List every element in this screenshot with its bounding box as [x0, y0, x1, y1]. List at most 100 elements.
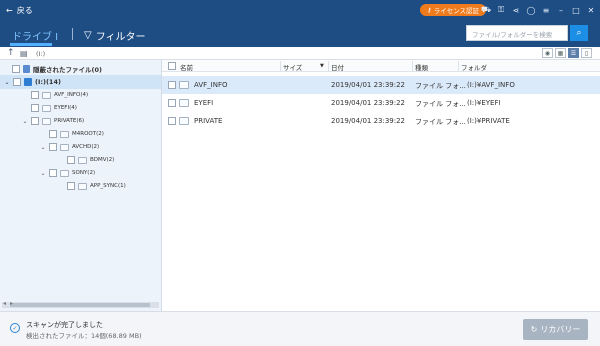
column-date[interactable]: 日付: [331, 62, 344, 72]
select-all-checkbox[interactable]: [168, 62, 176, 70]
folder-icon: [60, 130, 69, 138]
scroll-left-icon[interactable]: ◂: [3, 300, 6, 307]
checkbox[interactable]: [67, 182, 75, 190]
column-type[interactable]: 種類: [415, 62, 428, 72]
table-row[interactable]: EYEFI 2019/04/01 23:39:22 ファイル フォ... (I:…: [162, 94, 600, 112]
table-header: 名前 サイズ ▼ 日付 種類 フォルダ: [162, 60, 600, 72]
row-checkbox[interactable]: [168, 81, 176, 89]
path-bar: ↑ ▤ (I:) ◉ ▦ ☰ ▯: [0, 47, 600, 60]
tree-item-label: BDMV(2): [90, 157, 115, 163]
found-files-count: 検出されたファイル：14個(68.89 MB): [26, 332, 142, 340]
active-tab-indicator: [10, 43, 52, 46]
cell-folder: (I:)¥EYEFI: [467, 99, 501, 107]
row-checkbox[interactable]: [168, 117, 176, 125]
checkbox[interactable]: [31, 117, 39, 125]
recover-button[interactable]: ↻ リカバリー: [523, 319, 588, 340]
folder-icon: [179, 99, 189, 107]
chevron-down-icon[interactable]: ⌄: [40, 144, 46, 151]
checkbox[interactable]: [49, 143, 57, 151]
preview-view-icon[interactable]: ◉: [542, 48, 553, 58]
folder-icon: [60, 169, 69, 177]
filter-label: フィルター: [95, 32, 146, 43]
row-checkbox[interactable]: [168, 99, 176, 107]
column-name[interactable]: 名前: [180, 62, 193, 72]
grid-view-icon[interactable]: ▦: [555, 48, 566, 58]
tree-item-deleted[interactable]: 隠蔽されたファイル(0): [12, 63, 102, 75]
tree-item-label: APP_SYNC(1): [90, 183, 126, 189]
chevron-down-icon[interactable]: ⌄: [4, 79, 10, 86]
chevron-down-icon[interactable]: ⌄: [22, 118, 28, 125]
tree-item-label: AVCHD(2): [72, 144, 100, 150]
tree-item-private[interactable]: ⌄ PRIVATE(6): [22, 115, 84, 127]
user-icon[interactable]: ◯: [526, 6, 536, 15]
checkbox[interactable]: [31, 104, 39, 112]
tree-item-label: SONY(2): [72, 170, 96, 176]
detail-view-icon[interactable]: ▯: [581, 48, 592, 58]
search-icon: ⌕: [576, 28, 582, 38]
tab-drive[interactable]: ドライブ I: [12, 28, 58, 43]
folder-icon: [78, 182, 87, 190]
folder-icon: [42, 91, 51, 99]
tree-item-app-sync[interactable]: APP_SYNC(1): [67, 180, 126, 192]
title-bar: ← 戻る ⚷ ライセンス認証 ⛟ ⚿ ⋖ ◯ ≡ – □ ✕: [0, 0, 600, 20]
cell-type: ファイル フォ...: [415, 100, 466, 108]
share-icon[interactable]: ⋖: [511, 6, 521, 15]
tree-item-label: PRIVATE(6): [54, 118, 85, 124]
status-bar: ✓ スキャンが完了しました 検出されたファイル：14個(68.89 MB) ↻ …: [0, 311, 600, 346]
tree-item-label: 隠蔽されたファイル(0): [33, 66, 102, 74]
cart-icon[interactable]: ⛟: [481, 5, 491, 15]
folder-icon: [179, 81, 189, 89]
trash-icon: [23, 65, 30, 73]
table-row[interactable]: PRIVATE 2019/04/01 23:39:22 ファイル フォ... (…: [162, 112, 600, 130]
close-icon[interactable]: ✕: [586, 6, 596, 15]
list-view-icon[interactable]: ☰: [568, 48, 579, 58]
tree-item-drive[interactable]: ⌄ (I:)(14): [4, 76, 61, 88]
back-button[interactable]: ← 戻る: [6, 3, 33, 17]
checkbox[interactable]: [31, 91, 39, 99]
folder-icon: [78, 156, 87, 164]
view-mode-buttons: ◉ ▦ ☰ ▯: [542, 48, 592, 58]
back-label: 戻る: [16, 5, 33, 15]
file-list: 名前 サイズ ▼ 日付 種類 フォルダ AVF_INFO 2019/04/01 …: [162, 60, 600, 311]
recover-icon: ↻: [530, 325, 538, 334]
menu-icon[interactable]: ≡: [541, 6, 551, 15]
cell-folder: (I:)¥AVF_INFO: [467, 81, 515, 89]
tree-item-label: AVF_INFO(4): [54, 92, 89, 98]
scroll-right-icon[interactable]: ▸: [10, 300, 158, 307]
column-divider: [328, 61, 329, 71]
search-input[interactable]: ファイル/フォルダーを検索: [466, 25, 568, 41]
checkbox[interactable]: [49, 169, 57, 177]
table-row[interactable]: AVF_INFO 2019/04/01 23:39:22 ファイル フォ... …: [162, 76, 600, 94]
checkbox[interactable]: [67, 156, 75, 164]
tree-item-label: EYEFI(4): [54, 105, 77, 111]
restore-icon[interactable]: □: [571, 6, 581, 15]
chevron-down-icon[interactable]: ⌄: [40, 170, 46, 177]
tab-filter[interactable]: ▽ フィルター: [84, 28, 146, 43]
column-folder[interactable]: フォルダ: [461, 62, 487, 72]
tree-item-avf-info[interactable]: AVF_INFO(4): [31, 89, 88, 101]
minimize-icon[interactable]: –: [556, 6, 566, 15]
column-divider: [412, 61, 413, 71]
tree-item-eyefi[interactable]: EYEFI(4): [31, 102, 77, 114]
folder-icon: [60, 143, 69, 151]
key-icon[interactable]: ⚿: [496, 5, 506, 15]
tree-item-sony[interactable]: ⌄ SONY(2): [40, 167, 95, 179]
up-arrow-icon[interactable]: ↑: [7, 48, 15, 58]
checkbox[interactable]: [12, 65, 20, 73]
horizontal-scrollbar[interactable]: ◂ ▸: [2, 300, 159, 308]
cell-type: ファイル フォ...: [415, 82, 466, 90]
recover-label: リカバリー: [540, 325, 581, 334]
column-size[interactable]: サイズ: [283, 62, 302, 72]
checkbox[interactable]: [13, 78, 21, 86]
search-button[interactable]: ⌕: [570, 25, 588, 41]
cell-name: AVF_INFO: [194, 81, 228, 89]
folder-tree: 隠蔽されたファイル(0) ⌄ (I:)(14) AVF_INFO(4) EYEF…: [0, 60, 162, 311]
license-button[interactable]: ⚷ ライセンス認証: [420, 4, 486, 16]
checkbox[interactable]: [49, 130, 57, 138]
column-divider: [458, 61, 459, 71]
column-divider: [280, 61, 281, 71]
tab-divider: [72, 28, 73, 40]
tree-item-bdmv[interactable]: BDMV(2): [67, 154, 114, 166]
tree-item-avchd[interactable]: ⌄ AVCHD(2): [40, 141, 99, 153]
tree-item-m4root[interactable]: M4ROOT(2): [49, 128, 104, 140]
